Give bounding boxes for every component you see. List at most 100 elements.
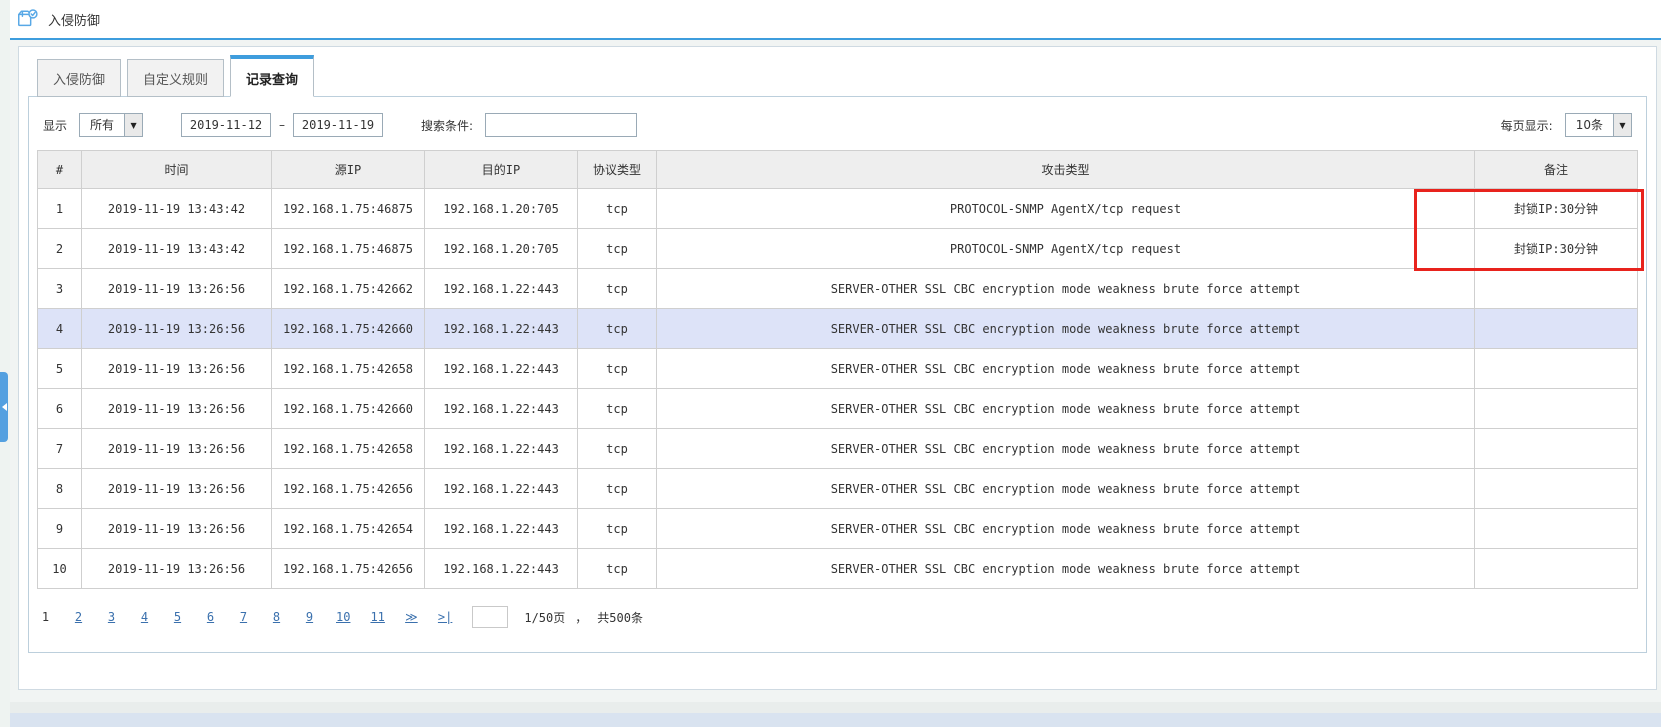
cell-source-ip: 192.168.1.75:42656 xyxy=(272,549,425,589)
cell-time: 2019-11-19 13:26:56 xyxy=(82,509,272,549)
chevron-down-icon: ▼ xyxy=(124,114,142,136)
table-row[interactable]: 10 2019-11-19 13:26:56 192.168.1.75:4265… xyxy=(38,549,1638,589)
cell-time: 2019-11-19 13:26:56 xyxy=(82,469,272,509)
search-label: 搜索条件: xyxy=(421,117,473,134)
cell-dest-ip: 192.168.1.20:705 xyxy=(425,229,578,269)
next-pages-button[interactable]: ≫ xyxy=(405,610,418,624)
cell-source-ip: 192.168.1.75:42660 xyxy=(272,389,425,429)
table-row[interactable]: 6 2019-11-19 13:26:56 192.168.1.75:42660… xyxy=(38,389,1638,429)
cell-protocol: tcp xyxy=(578,509,657,549)
table-row[interactable]: 2 2019-11-19 13:43:42 192.168.1.75:46875… xyxy=(38,229,1638,269)
cell-time: 2019-11-19 13:43:42 xyxy=(82,189,272,229)
page: 入侵防御 入侵防御 自定义规则 记录查询 显示 所有 ▼ xyxy=(0,0,1661,727)
tab-intrusion-prevention[interactable]: 入侵防御 xyxy=(37,59,121,97)
cell-dest-ip: 192.168.1.22:443 xyxy=(425,509,578,549)
cell-time: 2019-11-19 13:26:56 xyxy=(82,269,272,309)
page-info: 1/50页 xyxy=(524,609,565,626)
cell-dest-ip: 192.168.1.22:443 xyxy=(425,469,578,509)
date-to-input[interactable] xyxy=(293,113,383,137)
cell-protocol: tcp xyxy=(578,429,657,469)
cell-source-ip: 192.168.1.75:46875 xyxy=(272,229,425,269)
cell-dest-ip: 192.168.1.20:705 xyxy=(425,189,578,229)
records-table-wrap: # 时间 源IP 目的IP 协议类型 攻击类型 备注 1 xyxy=(37,150,1638,589)
cell-note xyxy=(1475,269,1638,309)
cell-note xyxy=(1475,469,1638,509)
body-area: 入侵防御 自定义规则 记录查询 显示 所有 ▼ – xyxy=(0,40,1661,690)
cell-dest-ip: 192.168.1.22:443 xyxy=(425,429,578,469)
page-link[interactable]: 11 xyxy=(370,610,384,624)
cell-time: 2019-11-19 13:26:56 xyxy=(82,389,272,429)
cell-index: 6 xyxy=(38,389,82,429)
top-bar: 入侵防御 xyxy=(10,0,1661,40)
page-link[interactable]: 5 xyxy=(171,610,184,624)
cell-source-ip: 192.168.1.75:42660 xyxy=(272,309,425,349)
cell-protocol: tcp xyxy=(578,389,657,429)
table-row[interactable]: 5 2019-11-19 13:26:56 192.168.1.75:42658… xyxy=(38,349,1638,389)
table-row[interactable]: 7 2019-11-19 13:26:56 192.168.1.75:42658… xyxy=(38,429,1638,469)
cell-attack-type: PROTOCOL-SNMP AgentX/tcp request xyxy=(657,189,1475,229)
page-title: 入侵防御 xyxy=(48,10,100,29)
page-link[interactable]: 10 xyxy=(336,610,350,624)
display-filter-select[interactable]: 所有 ▼ xyxy=(79,113,143,137)
cell-time: 2019-11-19 13:26:56 xyxy=(82,549,272,589)
cell-note xyxy=(1475,349,1638,389)
cell-protocol: tcp xyxy=(578,189,657,229)
page-link[interactable]: 4 xyxy=(138,610,151,624)
cell-note: 封锁IP:30分钟 xyxy=(1475,229,1638,269)
cell-index: 3 xyxy=(38,269,82,309)
table-row-selected[interactable]: 4 2019-11-19 13:26:56 192.168.1.75:42660… xyxy=(38,309,1638,349)
cell-index: 10 xyxy=(38,549,82,589)
page-jump-input[interactable] xyxy=(472,606,508,628)
chevron-left-icon xyxy=(2,403,7,411)
cell-index: 7 xyxy=(38,429,82,469)
cell-source-ip: 192.168.1.75:42658 xyxy=(272,429,425,469)
cell-dest-ip: 192.168.1.22:443 xyxy=(425,269,578,309)
main-panel: 入侵防御 自定义规则 记录查询 显示 所有 ▼ – xyxy=(18,46,1657,690)
cell-source-ip: 192.168.1.75:42662 xyxy=(272,269,425,309)
tab-custom-rules[interactable]: 自定义规则 xyxy=(127,59,224,97)
last-page-button[interactable]: >| xyxy=(438,610,452,624)
cell-attack-type: SERVER-OTHER SSL CBC encryption mode wea… xyxy=(657,349,1475,389)
page-link[interactable]: 3 xyxy=(105,610,118,624)
col-header-protocol: 协议类型 xyxy=(578,151,657,189)
table-row[interactable]: 8 2019-11-19 13:26:56 192.168.1.75:42656… xyxy=(38,469,1638,509)
cell-attack-type: SERVER-OTHER SSL CBC encryption mode wea… xyxy=(657,549,1475,589)
table-row[interactable]: 3 2019-11-19 13:26:56 192.168.1.75:42662… xyxy=(38,269,1638,309)
cell-index: 8 xyxy=(38,469,82,509)
page-size-value: 10条 xyxy=(1566,114,1613,136)
cell-attack-type: SERVER-OTHER SSL CBC encryption mode wea… xyxy=(657,469,1475,509)
col-header-note: 备注 xyxy=(1475,151,1638,189)
date-range-separator: – xyxy=(279,118,285,132)
tab-bar: 入侵防御 自定义规则 记录查询 xyxy=(28,55,1647,97)
col-header-source-ip: 源IP xyxy=(272,151,425,189)
left-gutter xyxy=(0,0,10,727)
page-link[interactable]: 7 xyxy=(237,610,250,624)
cell-source-ip: 192.168.1.75:42654 xyxy=(272,509,425,549)
shield-check-icon xyxy=(16,8,38,30)
col-header-index: # xyxy=(38,151,82,189)
tab-record-query[interactable]: 记录查询 xyxy=(230,55,314,97)
col-header-time: 时间 xyxy=(82,151,272,189)
table-row[interactable]: 1 2019-11-19 13:43:42 192.168.1.75:46875… xyxy=(38,189,1638,229)
page-link[interactable]: 6 xyxy=(204,610,217,624)
cell-attack-type: SERVER-OTHER SSL CBC encryption mode wea… xyxy=(657,269,1475,309)
cell-source-ip: 192.168.1.75:42658 xyxy=(272,349,425,389)
page-size-label: 每页显示: xyxy=(1501,117,1553,134)
cell-source-ip: 192.168.1.75:46875 xyxy=(272,189,425,229)
cell-note xyxy=(1475,309,1638,349)
page-link[interactable]: 9 xyxy=(303,610,316,624)
page-link[interactable]: 2 xyxy=(72,610,85,624)
date-from-input[interactable] xyxy=(181,113,271,137)
page-link[interactable]: 8 xyxy=(270,610,283,624)
sidebar-collapse-handle[interactable] xyxy=(0,372,8,442)
cell-note: 封锁IP:30分钟 xyxy=(1475,189,1638,229)
cell-note xyxy=(1475,389,1638,429)
cell-dest-ip: 192.168.1.22:443 xyxy=(425,389,578,429)
table-row[interactable]: 9 2019-11-19 13:26:56 192.168.1.75:42654… xyxy=(38,509,1638,549)
cell-attack-type: SERVER-OTHER SSL CBC encryption mode wea… xyxy=(657,509,1475,549)
cell-time: 2019-11-19 13:26:56 xyxy=(82,309,272,349)
search-input[interactable] xyxy=(485,113,637,137)
cell-attack-type: PROTOCOL-SNMP AgentX/tcp request xyxy=(657,229,1475,269)
display-label: 显示 xyxy=(43,117,67,134)
page-size-select[interactable]: 10条 ▼ xyxy=(1565,113,1632,137)
